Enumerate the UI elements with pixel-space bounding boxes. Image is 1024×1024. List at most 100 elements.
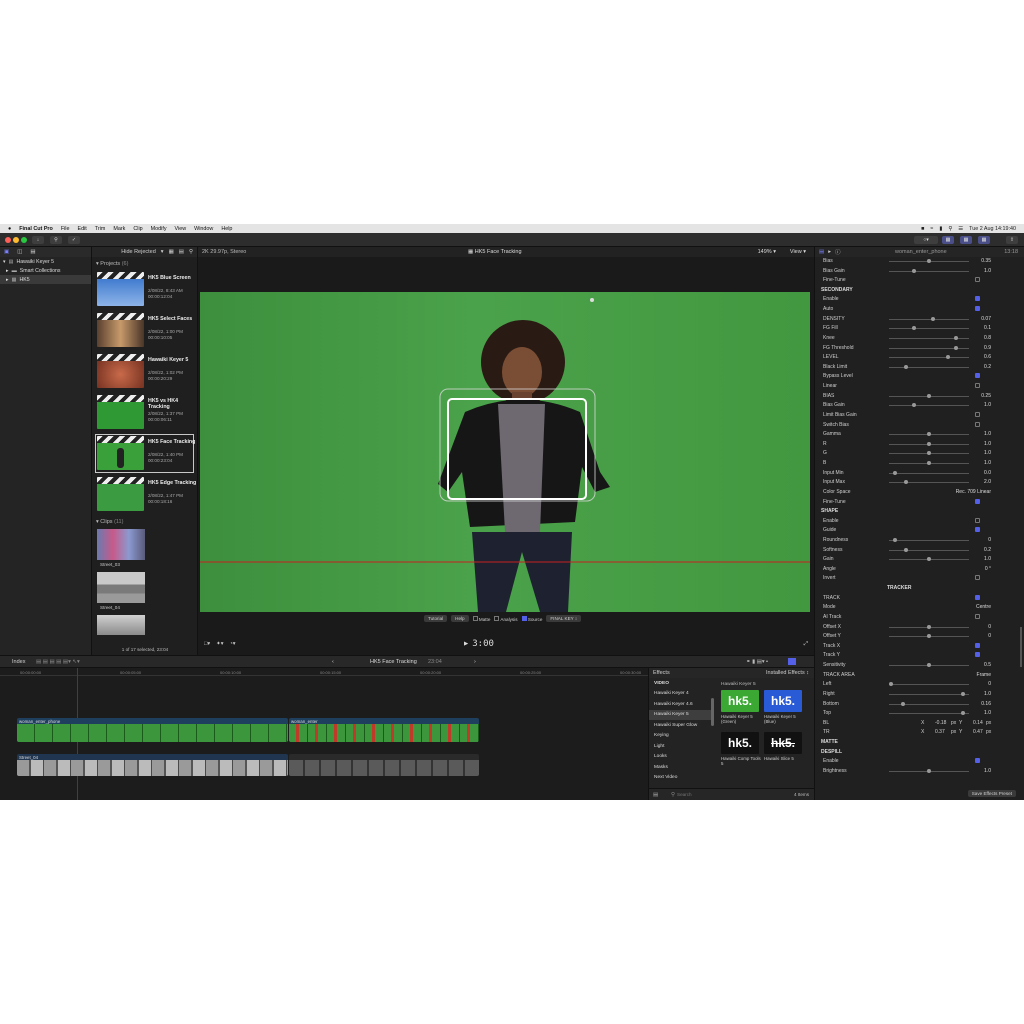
library-item[interactable]: ▾ ▤ Hawaiki Keyer 5	[0, 257, 91, 266]
index-button[interactable]: Index	[12, 659, 25, 665]
final-key-popup[interactable]: FINAL KEY ↕	[546, 615, 582, 622]
slider-knob[interactable]	[901, 701, 906, 706]
parameter-slider[interactable]	[889, 259, 969, 263]
parameter-slider[interactable]	[889, 634, 969, 639]
disclosure-icon[interactable]: ▾	[3, 259, 6, 265]
category-item[interactable]: Keying	[649, 731, 711, 742]
menubar-clock[interactable]: Tue 2 Aug 14:19:40	[969, 226, 1016, 232]
parameter-value[interactable]: 2.0	[984, 479, 991, 485]
disclosure-icon[interactable]: ▸	[6, 277, 9, 283]
parameter-checkbox[interactable]	[975, 652, 980, 658]
parameter-checkbox[interactable]	[975, 373, 980, 379]
menu-trim[interactable]: Trim	[95, 226, 106, 232]
clips-section-title[interactable]: ▾ Clips (11)	[92, 515, 197, 527]
minimize-window-button[interactable]	[13, 237, 19, 243]
unit-label[interactable]: px	[951, 720, 956, 726]
timeline-clip[interactable]: woman_enter	[289, 718, 479, 742]
analysis-checkbox[interactable]: Analysis	[494, 615, 518, 622]
inspector-scrollbar[interactable]	[1020, 627, 1022, 667]
clip-appearance-icon[interactable]: ▦	[169, 249, 174, 255]
color-inspector-icon[interactable]: ▸	[828, 249, 831, 255]
category-item[interactable]: Hawaiki Keyer 4	[649, 689, 711, 700]
parameter-checkbox[interactable]	[975, 575, 980, 581]
section-header[interactable]: SECONDARY	[821, 287, 853, 293]
slider-knob[interactable]	[927, 663, 931, 668]
project-item[interactable]: HK5 vs HK4 Tracking 2/08/22, 1:37 PM 00:0…	[92, 392, 197, 433]
parameter-value[interactable]: Centre	[976, 604, 991, 610]
point-y-value[interactable]: 0.14	[973, 720, 983, 726]
slider-knob[interactable]	[927, 624, 931, 629]
parameter-slider[interactable]	[889, 268, 969, 273]
parameter-value[interactable]: 1.0	[984, 402, 991, 408]
slider-knob[interactable]	[892, 470, 897, 475]
effect-tile[interactable]: hk5.	[721, 732, 759, 754]
project-item[interactable]: HK5 Blue Screen 2/08/22, 8:43 AM 00:00:12…	[92, 269, 197, 310]
slider-knob[interactable]	[904, 547, 909, 552]
parameter-value[interactable]: 1.0	[984, 768, 991, 774]
share-button[interactable]: ⇧	[1006, 236, 1018, 244]
parameter-value[interactable]: 0.2	[984, 547, 991, 553]
parameter-checkbox[interactable]	[975, 421, 980, 427]
section-header[interactable]: DESPILL	[821, 749, 842, 755]
slider-knob[interactable]	[904, 480, 909, 485]
parameter-value[interactable]: 0.0	[984, 470, 991, 476]
view-popup[interactable]: View ▾	[790, 249, 806, 255]
parameter-value[interactable]: 1.0	[984, 710, 991, 716]
unit-label[interactable]: px	[951, 729, 956, 735]
inspector-toggle-icon[interactable]: ▦	[978, 236, 990, 244]
slider-knob[interactable]	[927, 451, 931, 456]
slider-knob[interactable]	[961, 711, 966, 716]
clip-item[interactable]: Street_03	[92, 527, 197, 570]
slider-knob[interactable]	[911, 268, 916, 273]
parameter-checkbox[interactable]	[975, 613, 980, 619]
slider-knob[interactable]	[930, 316, 935, 321]
parameter-value[interactable]: 0	[988, 537, 991, 543]
tracker-handle[interactable]	[590, 298, 594, 302]
parameter-slider[interactable]	[889, 316, 969, 321]
menu-window[interactable]: Window	[194, 226, 213, 232]
category-item[interactable]: Masks	[649, 762, 711, 773]
speed-tool-icon[interactable]: ◔▾	[229, 641, 235, 647]
parameter-checkbox[interactable]	[975, 411, 980, 417]
effects-browser-icon[interactable]	[788, 658, 796, 665]
parameter-slider[interactable]	[889, 432, 969, 437]
parameter-value[interactable]: 1.0	[984, 556, 991, 562]
parameter-slider[interactable]	[889, 461, 969, 466]
category-item[interactable]: Next Video	[649, 773, 711, 784]
effect-tile[interactable]: hk5.	[764, 732, 802, 754]
parameter-value[interactable]: 1.0	[984, 450, 991, 456]
crop-tool-icon[interactable]: □▾	[204, 641, 210, 647]
slider-knob[interactable]	[927, 393, 931, 398]
parameter-checkbox[interactable]	[975, 277, 980, 283]
history-back-icon[interactable]: ‹	[332, 659, 334, 665]
effect-tile[interactable]: hk5.	[764, 690, 802, 712]
parameter-value[interactable]: 1.0	[984, 691, 991, 697]
search-icon[interactable]: ⚲	[189, 249, 193, 255]
timeline-toggle-icons[interactable]: ⚭ ▮ ▤▾ ▪	[746, 659, 768, 665]
slider-knob[interactable]	[953, 335, 958, 340]
search-icon[interactable]: ⚲	[948, 226, 952, 232]
video-inspector-icon[interactable]: ▤	[819, 249, 824, 255]
category-item[interactable]: Hawaiki Keyer 4.6	[649, 699, 711, 710]
parameter-slider[interactable]	[889, 682, 969, 687]
parameter-value[interactable]: 0.25	[981, 393, 991, 399]
parameter-slider[interactable]	[889, 663, 969, 668]
parameter-value[interactable]: 1.0	[984, 441, 991, 447]
parameter-slider[interactable]	[889, 326, 969, 331]
parameter-slider[interactable]	[889, 768, 969, 773]
zoom-popup[interactable]: 149% ▾	[758, 249, 776, 255]
titles-icon[interactable]: ▤	[30, 249, 35, 255]
parameter-slider[interactable]	[889, 393, 969, 398]
timeline-clip[interactable]	[289, 754, 479, 776]
parameter-slider[interactable]	[889, 441, 969, 446]
slider-knob[interactable]	[961, 691, 966, 696]
clip-item[interactable]	[92, 613, 197, 635]
category-item[interactable]: Light	[649, 741, 711, 752]
project-item[interactable]: Hawaiki Keyer 5 2/08/22, 1:02 PM 00:00:20…	[92, 351, 197, 392]
parameter-slider[interactable]	[889, 335, 969, 340]
tutorial-button[interactable]: Tutorial	[424, 615, 448, 622]
battery-icon[interactable]: ▮	[939, 226, 942, 232]
timeline-project-name[interactable]: HK5 Face Tracking	[370, 659, 417, 665]
parameter-value[interactable]: 0.07	[981, 316, 991, 322]
point-x-value[interactable]: -0.18	[935, 720, 946, 726]
